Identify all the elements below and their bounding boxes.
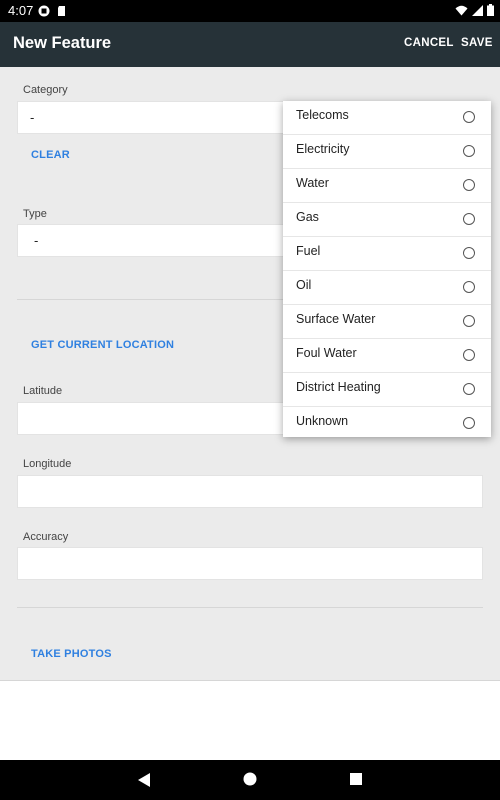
option-fuel[interactable]: Fuel <box>283 237 491 271</box>
option-label: Surface Water <box>296 312 376 326</box>
page-title: New Feature <box>13 34 112 52</box>
longitude-label: Longitude <box>23 458 72 470</box>
cancel-button[interactable]: CANCEL <box>404 37 454 49</box>
option-water[interactable]: Water <box>283 169 491 203</box>
type-label: Type <box>23 208 47 220</box>
radio-icon <box>463 417 475 429</box>
option-surface-water[interactable]: Surface Water <box>283 305 491 339</box>
notification-app-icon <box>38 5 50 17</box>
option-label: Water <box>296 176 329 190</box>
option-foul-water[interactable]: Foul Water <box>283 339 491 373</box>
take-photos-button[interactable]: TAKE PHOTOS <box>31 648 112 660</box>
option-unknown[interactable]: Unknown <box>283 407 491 441</box>
option-gas[interactable]: Gas <box>283 203 491 237</box>
option-electricity[interactable]: Electricity <box>283 135 491 169</box>
radio-icon <box>463 213 475 225</box>
option-label: Oil <box>296 278 312 292</box>
option-label: Telecoms <box>296 108 349 122</box>
category-dropdown: Telecoms Electricity Water Gas Fuel Oil … <box>283 101 491 437</box>
category-label: Category <box>23 84 68 96</box>
option-label: Unknown <box>296 414 349 428</box>
signal-icon <box>472 4 483 16</box>
option-label: Electricity <box>296 142 350 156</box>
option-label: Fuel <box>296 244 321 258</box>
option-label: Gas <box>296 210 319 224</box>
status-time: 4:07 <box>8 3 34 18</box>
wifi-icon <box>455 5 468 15</box>
radio-icon <box>463 281 475 293</box>
sd-card-icon <box>58 6 65 16</box>
accuracy-label: Accuracy <box>23 531 69 543</box>
option-telecoms[interactable]: Telecoms <box>283 101 491 135</box>
radio-icon <box>463 315 475 327</box>
option-oil[interactable]: Oil <box>283 271 491 305</box>
radio-icon <box>463 349 475 361</box>
battery-icon <box>487 4 494 16</box>
radio-icon <box>463 247 475 259</box>
option-label: Foul Water <box>296 346 357 360</box>
navigation-bar <box>0 760 500 800</box>
option-district-heating[interactable]: District Heating <box>283 373 491 407</box>
clear-button[interactable]: CLEAR <box>31 149 70 161</box>
accuracy-field[interactable] <box>17 547 483 580</box>
back-icon[interactable] <box>137 772 151 788</box>
bottom-area <box>0 680 500 761</box>
status-bar: 4:07 <box>0 0 500 22</box>
category-value: - <box>30 110 35 125</box>
divider <box>17 607 483 608</box>
option-label: District Heating <box>296 380 381 394</box>
get-current-location-button[interactable]: GET CURRENT LOCATION <box>31 339 174 351</box>
radio-icon <box>463 111 475 123</box>
app-bar: New Feature CANCEL SAVE <box>0 22 500 67</box>
radio-icon <box>463 145 475 157</box>
recents-icon[interactable] <box>350 773 362 785</box>
type-value: - <box>34 233 39 248</box>
radio-icon <box>463 383 475 395</box>
latitude-label: Latitude <box>23 385 63 397</box>
save-button[interactable]: SAVE <box>461 37 493 49</box>
longitude-field[interactable] <box>17 475 483 508</box>
home-icon[interactable] <box>243 772 257 786</box>
radio-icon <box>463 179 475 191</box>
